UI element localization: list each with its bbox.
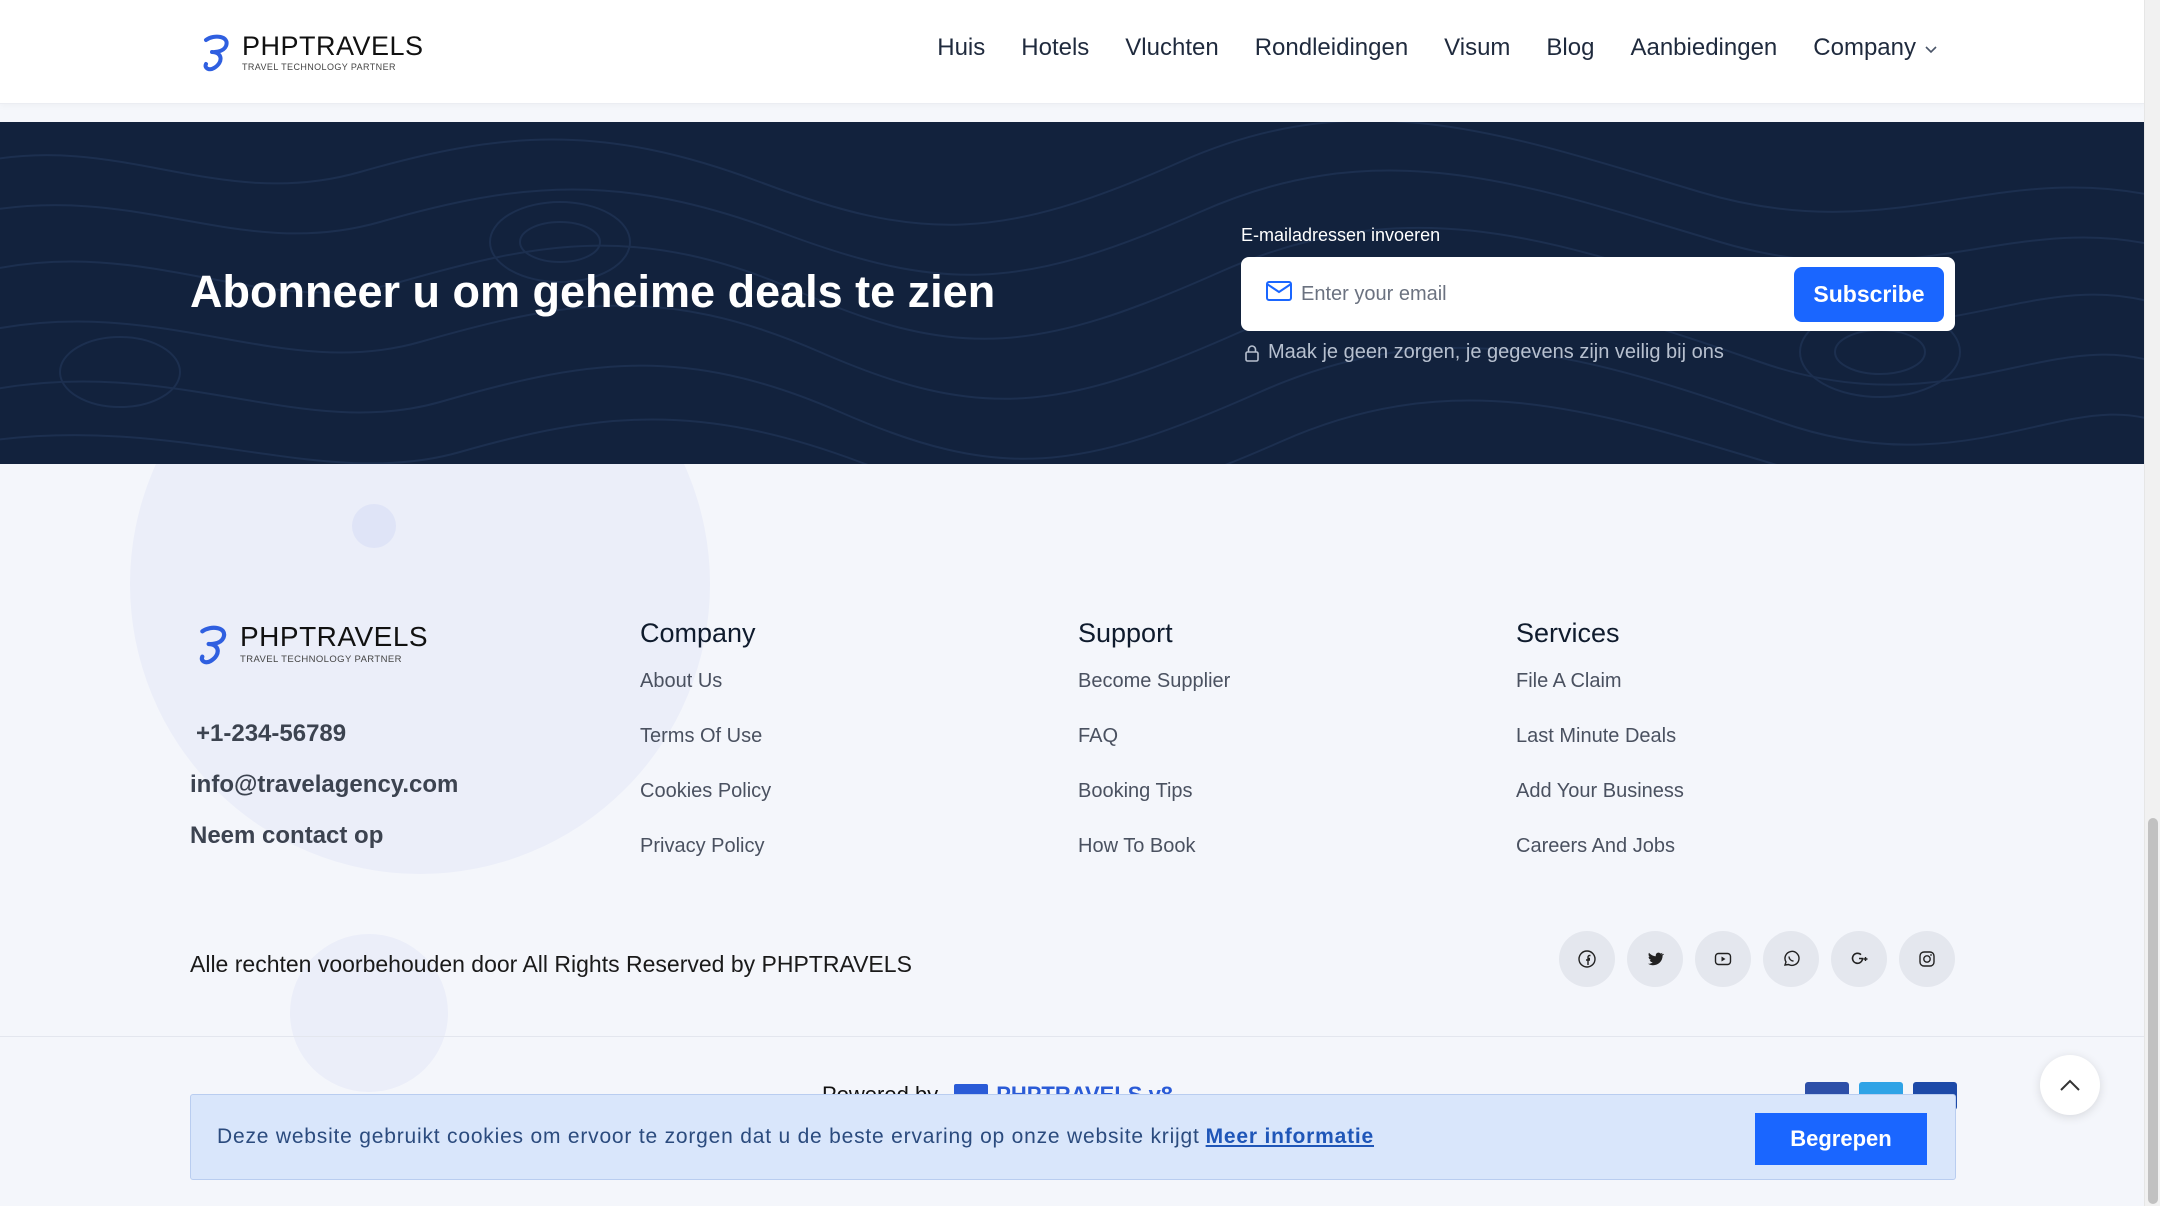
nav-item-label: Company <box>1813 34 1916 61</box>
privacy-note: Maak je geen zorgen, je gegevens zijn ve… <box>1241 341 1724 364</box>
copyright-text: Alle rechten voorbehouden door All Right… <box>190 951 912 977</box>
decorative-circle <box>352 504 396 548</box>
nav-item-blog[interactable]: Blog <box>1546 34 1594 62</box>
instagram-link[interactable] <box>1899 931 1955 987</box>
whatsapp-icon <box>1783 950 1800 967</box>
whatsapp-link[interactable] <box>1763 931 1819 987</box>
email-input-group: Subscribe <box>1241 257 1955 331</box>
contact-email[interactable]: info@travelagency.com <box>190 771 458 799</box>
email-input[interactable] <box>1301 273 1721 315</box>
footer-link-how-to-book[interactable]: How To Book <box>1078 834 1230 889</box>
header-logo[interactable]: PHPTRAVELS TRAVEL TECHNOLOGY PARTNER <box>200 32 424 72</box>
logo-tagline: TRAVEL TECHNOLOGY PARTNER <box>240 654 402 666</box>
footer-link-about-us[interactable]: About Us <box>640 669 771 724</box>
scrollbar-thumb[interactable] <box>2148 818 2158 1204</box>
nav-item-company[interactable]: Company <box>1813 34 1938 62</box>
decorative-circle <box>130 464 710 874</box>
nav-item-hotels[interactable]: Hotels <box>1021 34 1089 62</box>
email-label: E-mailadressen invoeren <box>1241 225 1441 245</box>
footer-link-booking-tips[interactable]: Booking Tips <box>1078 779 1230 834</box>
scroll-to-top-button[interactable] <box>2040 1055 2100 1115</box>
page-scrollbar[interactable] <box>2144 0 2160 1206</box>
twitter-icon <box>1648 952 1664 966</box>
subscribe-section: Abonneer u om geheime deals te zien E-ma… <box>0 122 2144 464</box>
footer-link-terms-of-use[interactable]: Terms Of Use <box>640 724 771 779</box>
twitter-link[interactable] <box>1627 931 1683 987</box>
chevron-down-icon <box>1925 46 1937 54</box>
phptravels-logo-icon <box>199 625 227 665</box>
footer-link-add-your-business[interactable]: Add Your Business <box>1516 779 1684 834</box>
site-header: PHPTRAVELS TRAVEL TECHNOLOGY PARTNER Hui… <box>0 0 2144 104</box>
footer-link-faq[interactable]: FAQ <box>1078 724 1230 779</box>
main-nav: Huis Hotels Vluchten Rondleidingen Visum… <box>901 34 1938 62</box>
facebook-icon <box>1578 950 1596 968</box>
nav-item-label: Hotels <box>1021 34 1090 61</box>
footer-link-privacy-policy[interactable]: Privacy Policy <box>640 834 771 889</box>
footer-column-heading: Company <box>640 618 756 648</box>
logo-name: PHPTRAVELS <box>242 30 424 61</box>
phptravels-logo-icon <box>203 34 229 72</box>
logo-name: PHPTRAVELS <box>240 621 429 653</box>
nav-item-label: Vluchten <box>1125 34 1219 61</box>
contact-link[interactable]: Neem contact op <box>190 822 383 850</box>
google-plus-link[interactable] <box>1831 931 1887 987</box>
cookie-message-text: Deze website gebruikt cookies om ervoor … <box>217 1125 1200 1148</box>
footer-column-company: Company About Us Terms Of Use Cookies Po… <box>640 618 771 889</box>
nav-item-label: Aanbiedingen <box>1630 34 1778 61</box>
footer-column-heading: Services <box>1516 618 1620 648</box>
footer-link-file-a-claim[interactable]: File A Claim <box>1516 669 1684 724</box>
cookie-accept-button[interactable]: Begrepen <box>1755 1113 1927 1165</box>
phone-number[interactable]: +1-234-56789 <box>196 720 346 748</box>
privacy-note-text: Maak je geen zorgen, je gegevens zijn ve… <box>1268 341 1724 363</box>
google-plus-icon <box>1851 952 1868 965</box>
footer-column-services: Services File A Claim Last Minute Deals … <box>1516 618 1684 889</box>
instagram-icon <box>1919 951 1935 967</box>
nav-item-vluchten[interactable]: Vluchten <box>1125 34 1218 62</box>
nav-item-aanbiedingen[interactable]: Aanbiedingen <box>1630 34 1777 62</box>
chevron-up-icon <box>2060 1079 2080 1091</box>
youtube-link[interactable] <box>1695 931 1751 987</box>
cookie-message: Deze website gebruikt cookies om ervoor … <box>217 1125 1374 1149</box>
footer-link-last-minute-deals[interactable]: Last Minute Deals <box>1516 724 1684 779</box>
mail-icon <box>1266 281 1292 301</box>
subscribe-title: Abonneer u om geheime deals te zien <box>190 266 996 317</box>
footer-column-heading: Support <box>1078 618 1173 648</box>
social-links <box>1559 931 1967 987</box>
footer-divider <box>0 1036 2144 1037</box>
nav-item-label: Rondleidingen <box>1254 34 1409 61</box>
nav-item-rondleidingen[interactable]: Rondleidingen <box>1255 34 1408 62</box>
cookie-more-info-link[interactable]: Meer informatie <box>1206 1125 1374 1148</box>
footer-link-careers-and-jobs[interactable]: Careers And Jobs <box>1516 834 1684 889</box>
lock-icon <box>1245 344 1259 362</box>
footer-link-become-supplier[interactable]: Become Supplier <box>1078 669 1230 724</box>
nav-item-label: Visum <box>1444 34 1511 61</box>
nav-item-visum[interactable]: Visum <box>1444 34 1510 62</box>
subscribe-button[interactable]: Subscribe <box>1794 267 1944 322</box>
nav-item-huis[interactable]: Huis <box>937 34 985 62</box>
footer-link-cookies-policy[interactable]: Cookies Policy <box>640 779 771 834</box>
facebook-link[interactable] <box>1559 931 1615 987</box>
nav-item-label: Huis <box>937 34 986 61</box>
cookie-consent-bar: Deze website gebruikt cookies om ervoor … <box>190 1094 1956 1180</box>
footer-column-support: Support Become Supplier FAQ Booking Tips… <box>1078 618 1230 889</box>
nav-item-label: Blog <box>1546 34 1595 61</box>
youtube-icon <box>1714 952 1732 966</box>
footer-logo[interactable]: PHPTRAVELS TRAVEL TECHNOLOGY PARTNER <box>196 622 428 666</box>
logo-tagline: TRAVEL TECHNOLOGY PARTNER <box>242 61 396 72</box>
